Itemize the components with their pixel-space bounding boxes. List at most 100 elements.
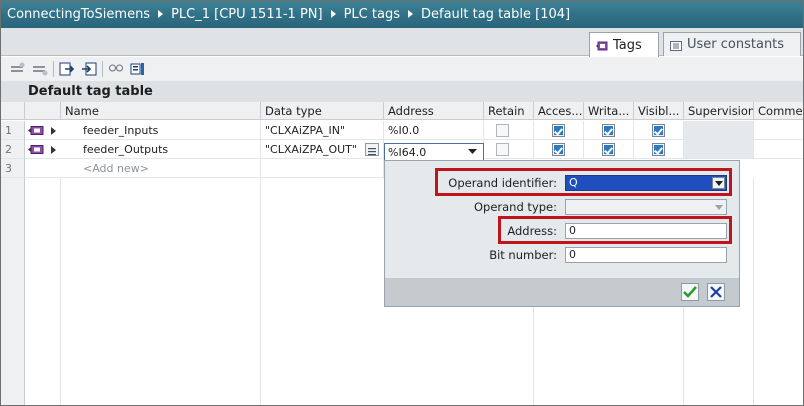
breadcrumb: ConnectingToSiemens PLC_1 [CPU 1511-1 PN… [1,1,803,28]
table-row[interactable]: 1 feeder_Inputs "CLXAiZPA_IN" %I0.0 [1,121,803,140]
visible-checkbox[interactable] [652,143,665,156]
data-type-cell[interactable]: "CLXAiZPA_OUT" [261,140,384,159]
toolbar-divider [102,61,103,77]
accessible-checkbox[interactable] [552,124,565,137]
expand-arrow-icon[interactable] [51,127,56,135]
address-cell[interactable]: %I0.0 [384,121,484,140]
expand-arrow-icon[interactable] [51,146,56,154]
data-type-value: "CLXAiZPA_OUT" [265,143,357,156]
table-title: Default tag table [1,81,803,102]
dropdown-arrow-icon [714,204,723,210]
tag-structure-icon [28,145,44,154]
column-header-name[interactable]: Name [61,102,261,120]
breadcrumb-plc-tags[interactable]: PLC tags [344,7,400,22]
row-icon-cell [25,140,61,159]
writable-checkbox[interactable] [602,143,615,156]
data-type-cell[interactable]: "CLXAiZPA_IN" [261,121,384,140]
toolbar [1,57,803,81]
row-number[interactable]: 1 [1,121,25,140]
row-icon-cell [25,159,61,178]
breadcrumb-separator-icon [158,9,164,18]
toolbar-divider [53,61,54,77]
tags-tab-icon [596,40,608,51]
user-constants-tab-icon [670,40,682,51]
tab-user-constants[interactable]: User constants [663,32,801,56]
accessible-checkbox[interactable] [552,143,565,156]
cancel-icon [710,286,722,298]
comment-cell[interactable] [754,121,803,140]
icon-column-header [25,102,61,120]
column-header-accessible[interactable]: Acces... [534,102,584,120]
accessible-cell [534,121,584,140]
highlight-operand-identifier [435,168,732,196]
operand-type-dropdown[interactable] [565,199,727,215]
row-number-header [1,102,25,120]
breadcrumb-plc[interactable]: PLC_1 [CPU 1511-1 PN] [171,7,323,22]
bit-number-label: Bit number: [489,248,557,262]
check-icon [683,286,697,298]
visible-cell [634,121,684,140]
export-icon [59,62,75,76]
comment-cell[interactable] [754,140,803,159]
monitor-button[interactable] [107,60,125,78]
retain-checkbox[interactable] [496,143,509,156]
tag-structure-icon [28,126,44,135]
writable-cell [584,140,634,159]
import-icon [82,62,97,76]
popup-footer [385,278,739,306]
address-dropdown-button[interactable] [461,144,483,160]
column-header-comment[interactable]: Commen [754,102,803,120]
add-new-tag[interactable]: <Add new> [61,159,261,178]
supervision-cell[interactable] [684,140,754,159]
row-number-gutter [1,178,25,405]
glasses-icon [109,64,123,72]
insert-row-button[interactable] [9,60,27,78]
cancel-button[interactable] [707,283,725,301]
import-button[interactable] [80,60,98,78]
retain-cell [484,121,534,140]
column-header-address[interactable]: Address [384,102,484,120]
visible-checkbox[interactable] [652,124,665,137]
breadcrumb-separator-icon [407,9,413,18]
row-number[interactable]: 3 [1,159,25,178]
column-header-writable[interactable]: Writa... [584,102,634,120]
row-icon-cell [25,121,61,140]
column-header-retain[interactable]: Retain [484,102,534,120]
browse-icon [368,148,376,156]
breadcrumb-project[interactable]: ConnectingToSiemens [7,7,150,22]
visible-cell [634,140,684,159]
grid-line [60,178,61,405]
supervision-cell[interactable] [684,121,754,140]
tab-tags[interactable]: Tags [589,32,659,57]
properties-button[interactable] [129,60,147,78]
grid-line [753,178,754,405]
tag-name-cell[interactable]: feeder_Outputs [61,140,261,159]
writable-cell [584,121,634,140]
operand-type-dropdown-button[interactable] [712,201,725,213]
operand-type-label: Operand type: [473,200,557,214]
bit-number-input[interactable]: 0 [565,247,727,263]
tab-strip: Tags User constants [1,28,803,57]
confirm-button[interactable] [681,283,699,301]
column-header-supervision[interactable]: Supervision [684,102,754,120]
highlight-address [498,216,732,244]
add-row-icon [33,66,48,76]
tag-name-cell[interactable]: feeder_Inputs [61,121,261,140]
column-header-data-type[interactable]: Data type [261,102,384,120]
accessible-cell [534,140,584,159]
tia-portal-window: ConnectingToSiemens PLC_1 [CPU 1511-1 PN… [0,0,804,406]
writable-checkbox[interactable] [602,124,615,137]
export-button[interactable] [58,60,76,78]
grid-line [260,178,261,405]
column-header-visible[interactable]: Visibl... [634,102,684,120]
breadcrumb-tag-table: Default tag table [104] [420,7,571,22]
add-row-button[interactable] [31,60,49,78]
tab-tags-label: Tags [613,37,642,53]
address-dropdown-value: %I64.0 [388,146,427,159]
data-type-cell[interactable] [261,159,384,178]
retain-checkbox[interactable] [496,124,509,137]
dropdown-arrow-icon [467,149,477,154]
row-number[interactable]: 2 [1,140,25,159]
retain-cell [484,140,534,159]
browse-button[interactable] [365,143,379,156]
